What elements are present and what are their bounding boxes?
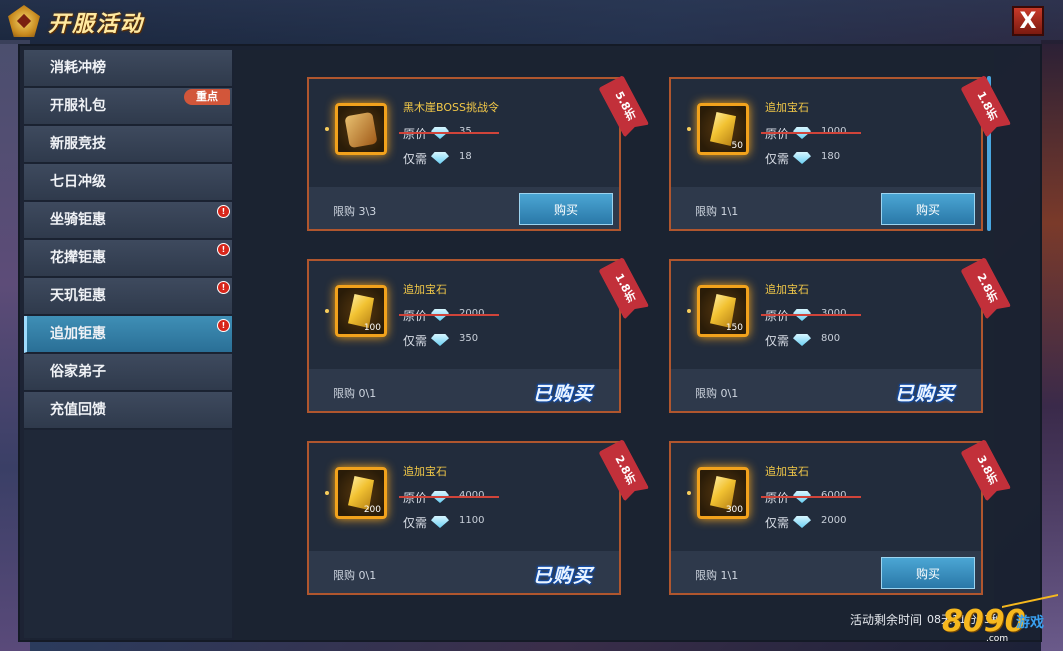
price-label: 仅需 — [403, 152, 428, 166]
purchased-label: 已购买 — [895, 383, 956, 405]
background-right — [1041, 40, 1063, 651]
sidebar-item[interactable]: 俗家弟子 — [24, 354, 232, 391]
item-icon-frame[interactable]: 50 — [697, 103, 749, 155]
sidebar-item-label: 坐骑钜惠 — [50, 212, 106, 228]
sparkle-icon — [325, 309, 329, 313]
sparkle-icon — [687, 491, 691, 495]
item-icon-frame[interactable] — [335, 103, 387, 155]
sidebar-item-label: 开服礼包 — [50, 98, 106, 114]
item-name: 追加宝石 — [765, 465, 809, 478]
item-card: 50追加宝石原价1000仅需1801.8折限购 1\1购买 — [669, 77, 983, 231]
sparkle-icon — [325, 491, 329, 495]
item-count: 50 — [731, 141, 743, 151]
title-bar: 开服活动 — [0, 0, 1063, 44]
sale-price: 18 — [459, 151, 472, 162]
sale-price: 800 — [821, 333, 841, 344]
purchase-limit: 限购 0\1 — [695, 387, 739, 400]
strikethrough-line — [761, 314, 861, 316]
sidebar-item-label: 充值回馈 — [50, 402, 106, 418]
purchase-limit: 限购 0\1 — [333, 569, 377, 582]
alert-icon: ! — [217, 281, 230, 294]
sale-price: 1100 — [459, 515, 485, 526]
item-card: 150追加宝石原价3000仅需8002.8折限购 0\1已购买 — [669, 259, 983, 413]
price-label: 仅需 — [403, 334, 428, 348]
price-label: 仅需 — [765, 516, 790, 530]
alert-icon: ! — [217, 205, 230, 218]
sidebar-item[interactable]: 追加钜惠! — [24, 316, 232, 353]
item-count: 200 — [363, 505, 381, 515]
sidebar-empty — [24, 430, 232, 638]
sparkle-icon — [687, 309, 691, 313]
strikethrough-line — [399, 132, 499, 134]
highlight-badge: 重点 — [184, 89, 230, 105]
item-name: 追加宝石 — [403, 283, 447, 296]
sidebar-item-label: 新服竞技 — [50, 136, 106, 152]
close-button[interactable]: X — [1012, 6, 1044, 36]
sale-price: 350 — [459, 333, 479, 344]
purchased-label: 已购买 — [533, 565, 594, 587]
buy-button[interactable]: 购买 — [881, 193, 975, 225]
window-title: 开服活动 — [48, 12, 145, 37]
purchased-label: 已购买 — [533, 383, 594, 405]
remaining-time-label: 活动剩余时间 — [850, 613, 923, 627]
item-icon-frame[interactable]: 100 — [335, 285, 387, 337]
strikethrough-line — [399, 496, 499, 498]
sidebar-item[interactable]: 坐骑钜惠! — [24, 202, 232, 239]
buy-button[interactable]: 购买 — [881, 557, 975, 589]
sidebar-item-label: 花撵钜惠 — [50, 250, 106, 266]
item-card: 300追加宝石原价6000仅需20003.8折限购 1\1购买 — [669, 441, 983, 595]
sparkle-icon — [325, 127, 329, 131]
sparkle-icon — [687, 127, 691, 131]
item-name: 追加宝石 — [765, 101, 809, 114]
sidebar-item[interactable]: 消耗冲榜 — [24, 50, 232, 87]
item-count: 100 — [363, 323, 381, 333]
item-icon-frame[interactable]: 300 — [697, 467, 749, 519]
sidebar-item[interactable]: 七日冲级 — [24, 164, 232, 201]
emblem-icon — [8, 5, 40, 37]
price-label: 仅需 — [765, 152, 790, 166]
purchase-limit: 限购 1\1 — [695, 569, 739, 582]
purchase-limit: 限购 0\1 — [333, 387, 377, 400]
alert-icon: ! — [217, 319, 230, 332]
purchase-limit: 限购 1\1 — [695, 205, 739, 218]
watermark-text: 游戏 — [1016, 615, 1044, 631]
sidebar-item-label: 七日冲级 — [50, 174, 106, 190]
token-icon — [344, 111, 378, 149]
watermark-logo: 8090 游戏 .com — [942, 594, 1060, 648]
strikethrough-line — [761, 496, 861, 498]
purchase-limit: 限购 3\3 — [333, 205, 377, 218]
item-name: 追加宝石 — [403, 465, 447, 478]
item-icon-frame[interactable]: 150 — [697, 285, 749, 337]
item-count: 300 — [725, 505, 743, 515]
sidebar-item-label: 天玑钜惠 — [50, 288, 106, 304]
item-name: 黑木崖BOSS挑战令 — [403, 101, 499, 114]
sidebar-item-label: 俗家弟子 — [50, 364, 106, 380]
sidebar: 消耗冲榜 开服礼包 重点 新服竞技 七日冲级 坐骑钜惠! 花撵钜惠! 天玑钜惠! 追加钜惠! 俗家… — [24, 50, 232, 430]
watermark-suffix: .com — [986, 634, 1009, 644]
watermark-number: 8090 — [942, 604, 1026, 639]
sidebar-item[interactable]: 天玑钜惠! — [24, 278, 232, 315]
item-card: 100追加宝石原价2000仅需3501.8折限购 0\1已购买 — [307, 259, 621, 413]
price-label: 仅需 — [403, 516, 428, 530]
sidebar-item-label: 消耗冲榜 — [50, 60, 106, 76]
strikethrough-line — [399, 314, 499, 316]
item-name: 追加宝石 — [765, 283, 809, 296]
alert-icon: ! — [217, 243, 230, 256]
sidebar-item[interactable]: 开服礼包 重点 — [24, 88, 232, 125]
sidebar-item-label: 追加钜惠 — [50, 326, 106, 342]
sidebar-item[interactable]: 充值回馈 — [24, 392, 232, 429]
strikethrough-line — [761, 132, 861, 134]
sidebar-item[interactable]: 新服竞技 — [24, 126, 232, 163]
item-count: 150 — [725, 323, 743, 333]
item-icon-frame[interactable]: 200 — [335, 467, 387, 519]
item-card: 200追加宝石原价4000仅需11002.8折限购 0\1已购买 — [307, 441, 621, 595]
sale-price: 180 — [821, 151, 841, 162]
sale-price: 2000 — [821, 515, 847, 526]
sidebar-item[interactable]: 花撵钜惠! — [24, 240, 232, 277]
item-card: 黑木崖BOSS挑战令原价35仅需185.8折限购 3\3购买 — [307, 77, 621, 231]
buy-button[interactable]: 购买 — [519, 193, 613, 225]
price-label: 仅需 — [765, 334, 790, 348]
